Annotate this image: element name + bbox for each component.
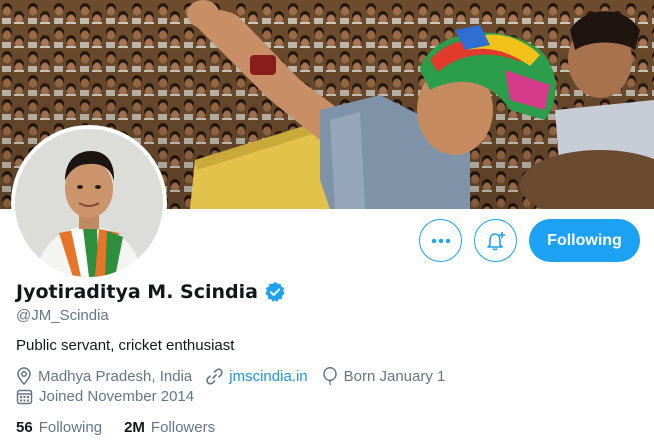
- link-icon: [206, 367, 224, 385]
- profile-actions: Following: [419, 219, 640, 262]
- location-pin-icon: [17, 367, 31, 385]
- following-stat-link[interactable]: 56 Following: [16, 419, 102, 436]
- followers-count: 2M: [124, 419, 145, 436]
- profile-handle: @JM_Scindia: [16, 307, 109, 324]
- followers-stat-link[interactable]: 2M Followers: [124, 419, 215, 436]
- notification-bell-icon: [486, 231, 505, 250]
- location-text: Madhya Pradesh, India: [38, 367, 193, 385]
- profile-bio: Public servant, cricket enthusiast: [16, 337, 235, 354]
- birthday-text: Born January 1: [343, 367, 446, 385]
- avatar-photo: [15, 129, 163, 277]
- following-button[interactable]: Following: [529, 219, 640, 262]
- profile-avatar[interactable]: [11, 125, 167, 281]
- birthday-item: Born January 1: [322, 367, 446, 385]
- calendar-icon: [16, 389, 33, 405]
- followers-label: Followers: [150, 419, 216, 436]
- following-count: 56: [16, 419, 33, 436]
- profile-stats: 56 Following 2M Followers: [16, 419, 215, 436]
- following-label: Following: [38, 419, 103, 436]
- balloon-icon: [322, 367, 337, 385]
- joined-item: Joined November 2014: [16, 388, 194, 405]
- profile-name-row: Jyotiraditya M. Scindia: [16, 281, 286, 303]
- notifications-button[interactable]: [474, 219, 517, 262]
- website-link[interactable]: jmscindia.in: [229, 368, 307, 385]
- profile-meta: Madhya Pradesh, India jmscindia.in Born …: [16, 367, 445, 385]
- location-item: Madhya Pradesh, India: [16, 367, 192, 385]
- more-icon: [431, 238, 450, 243]
- joined-text: Joined November 2014: [39, 388, 195, 405]
- more-button[interactable]: [419, 219, 462, 262]
- verified-badge-icon: [265, 281, 285, 302]
- profile-name: Jyotiraditya M. Scindia: [16, 281, 258, 303]
- website-item: jmscindia.in: [206, 367, 308, 385]
